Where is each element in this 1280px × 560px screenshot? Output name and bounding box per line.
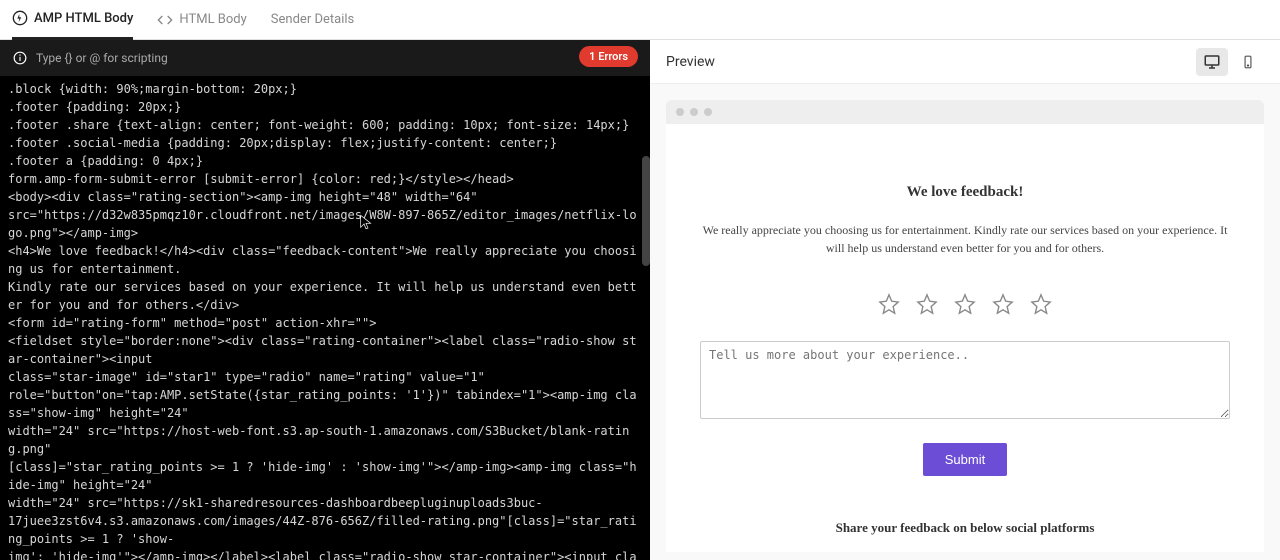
tab-amp-html-body[interactable]: AMP HTML Body bbox=[12, 0, 133, 40]
editor-toolbar: Type {} or @ for scripting 1 Errors bbox=[0, 40, 650, 76]
desktop-view-button[interactable] bbox=[1196, 48, 1228, 76]
preview-frame: We love feedback! We really appreciate y… bbox=[650, 84, 1280, 560]
star-rating bbox=[690, 293, 1240, 315]
code-line[interactable]: [class]="star_rating_points >= 1 ? 'hide… bbox=[8, 458, 642, 494]
code-line[interactable]: <body><div class="rating-section"><amp-i… bbox=[8, 188, 642, 206]
star-2[interactable] bbox=[916, 293, 938, 315]
tab-bar: AMP HTML Body HTML Body Sender Details bbox=[0, 0, 1280, 40]
feedback-textarea[interactable] bbox=[700, 341, 1230, 419]
code-line[interactable]: .footer {padding: 20px;} bbox=[8, 98, 642, 116]
feedback-description: We really appreciate you choosing us for… bbox=[695, 221, 1235, 257]
tab-html-body[interactable]: HTML Body bbox=[157, 0, 246, 40]
info-icon bbox=[12, 50, 28, 66]
social-share-heading: Share your feedback on below social plat… bbox=[690, 520, 1240, 536]
code-line[interactable]: .footer .social-media {padding: 20px;dis… bbox=[8, 134, 642, 152]
code-editor[interactable]: .block {width: 90%;margin-bottom: 20px;}… bbox=[0, 76, 650, 560]
star-4[interactable] bbox=[992, 293, 1014, 315]
preview-pane: Preview We love feedback! We really appr… bbox=[650, 40, 1280, 560]
preview-content: We love feedback! We really appreciate y… bbox=[666, 124, 1264, 552]
preview-title: Preview bbox=[666, 54, 715, 70]
code-line[interactable]: form.amp-form-submit-error [submit-error… bbox=[8, 170, 642, 188]
scrollbar-thumb[interactable] bbox=[642, 156, 650, 266]
browser-chrome bbox=[666, 100, 1264, 124]
code-line[interactable]: .block {width: 90%;margin-bottom: 20px;} bbox=[8, 80, 642, 98]
tab-label: HTML Body bbox=[179, 12, 246, 27]
code-line[interactable]: .footer a {padding: 0 4px;} bbox=[8, 152, 642, 170]
main-split: Type {} or @ for scripting 1 Errors .blo… bbox=[0, 40, 1280, 560]
preview-header: Preview bbox=[650, 40, 1280, 84]
code-line[interactable]: <fieldset style="border:none"><div class… bbox=[8, 332, 642, 368]
code-line[interactable]: Kindly rate our services based on your e… bbox=[8, 278, 642, 314]
code-editor-pane: Type {} or @ for scripting 1 Errors .blo… bbox=[0, 40, 650, 560]
editor-prompt: Type {} or @ for scripting bbox=[36, 51, 168, 65]
code-line[interactable]: width="24" src="https://sk1-sharedresour… bbox=[8, 494, 642, 512]
tab-label: Sender Details bbox=[271, 12, 354, 27]
window-dot bbox=[676, 108, 684, 116]
code-line[interactable]: class="star-image" id="star1" type="radi… bbox=[8, 368, 642, 386]
errors-badge[interactable]: 1 Errors bbox=[579, 46, 638, 67]
code-line[interactable]: <h4>We love feedback!</h4><div class="fe… bbox=[8, 242, 642, 278]
code-icon bbox=[157, 12, 173, 28]
code-line[interactable]: img': 'hide-img'"></amp-img></label><lab… bbox=[8, 548, 642, 560]
code-line[interactable]: role="button"on="tap:AMP.setState({star_… bbox=[8, 386, 642, 422]
code-line[interactable]: src="https://d32w835pmqz10r.cloudfront.n… bbox=[8, 206, 642, 242]
star-1[interactable] bbox=[878, 293, 900, 315]
code-line[interactable]: width="24" src="https://host-web-font.s3… bbox=[8, 422, 642, 458]
mobile-view-button[interactable] bbox=[1232, 48, 1264, 76]
code-line[interactable]: .footer .share {text-align: center; font… bbox=[8, 116, 642, 134]
tab-label: AMP HTML Body bbox=[34, 11, 133, 26]
amp-icon bbox=[12, 10, 28, 26]
submit-button[interactable]: Submit bbox=[923, 443, 1007, 476]
window-dot bbox=[704, 108, 712, 116]
window-dot bbox=[690, 108, 698, 116]
star-5[interactable] bbox=[1030, 293, 1052, 315]
code-line[interactable]: 17juee3zst6v4.s3.amazonaws.com/images/44… bbox=[8, 512, 642, 548]
device-toggle bbox=[1196, 48, 1264, 76]
tab-sender-details[interactable]: Sender Details bbox=[271, 0, 354, 40]
star-3[interactable] bbox=[954, 293, 976, 315]
feedback-heading: We love feedback! bbox=[690, 184, 1240, 201]
code-line[interactable]: <form id="rating-form" method="post" act… bbox=[8, 314, 642, 332]
